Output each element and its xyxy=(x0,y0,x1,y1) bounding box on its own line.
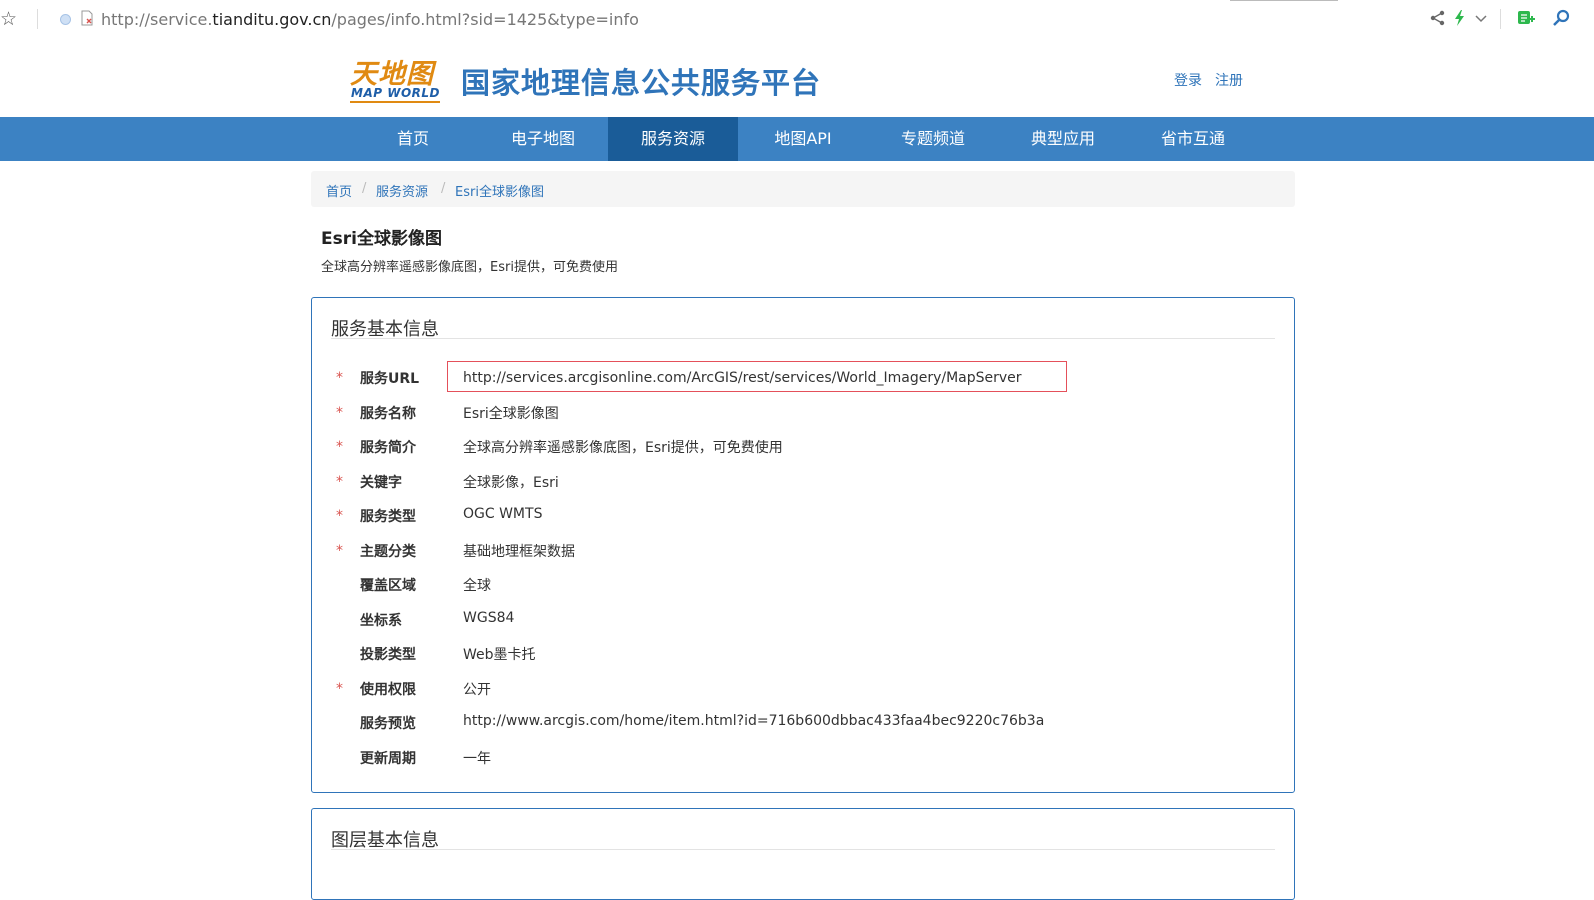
extension-icon[interactable] xyxy=(1516,8,1536,28)
info-row-service-url: * 服务URL http://services.arcgisonline.com… xyxy=(312,361,1294,396)
site-title: 国家地理信息公共服务平台 xyxy=(461,66,822,100)
info-row-topic-category: * 主题分类 基础地理框架数据 xyxy=(312,539,1294,569)
field-label: 更新周期 xyxy=(360,751,416,767)
chevron-down-icon[interactable] xyxy=(1471,8,1491,28)
info-row-update-cycle: 更新周期 一年 xyxy=(312,746,1294,776)
lightning-icon[interactable] xyxy=(1450,8,1470,28)
breadcrumb-separator: / xyxy=(441,181,446,196)
field-value: 公开 xyxy=(463,682,491,698)
field-label: 服务名称 xyxy=(360,406,416,422)
field-value: 全球影像，Esri xyxy=(463,475,559,491)
browser-address-bar: ☆ http://service.tianditu.gov.cn/pages/i… xyxy=(0,0,1594,39)
info-row-keywords: * 关键字 全球影像，Esri xyxy=(312,470,1294,500)
share-icon[interactable] xyxy=(1428,8,1448,28)
info-row-service-type: * 服务类型 OGC WMTS xyxy=(312,504,1294,534)
field-label: 投影类型 xyxy=(360,647,416,663)
security-icon[interactable] xyxy=(60,14,71,25)
field-value: Esri全球影像图 xyxy=(463,406,559,422)
toolbar-divider xyxy=(37,9,38,29)
breadcrumb-current[interactable]: Esri全球影像图 xyxy=(455,181,544,200)
required-mark: * xyxy=(336,681,343,697)
required-mark: * xyxy=(336,508,343,524)
service-info-panel: 服务基本信息 * 服务URL http://services.arcgisonl… xyxy=(311,297,1295,793)
star-icon[interactable]: ☆ xyxy=(0,8,17,30)
required-mark: * xyxy=(336,543,343,559)
tab-edge xyxy=(1230,0,1338,1)
field-value: WGS84 xyxy=(463,610,515,626)
info-row-service-name: * 服务名称 Esri全球影像图 xyxy=(312,401,1294,431)
search-icon[interactable] xyxy=(1552,8,1572,28)
field-label: 坐标系 xyxy=(360,613,402,629)
field-label: 服务预览 xyxy=(360,716,416,732)
info-row-service-summary: * 服务简介 全球高分辨率遥感影像底图，Esri提供，可免费使用 xyxy=(312,435,1294,465)
field-label: 主题分类 xyxy=(360,544,416,560)
info-row-coverage: 覆盖区域 全球 xyxy=(312,573,1294,603)
field-label: 服务类型 xyxy=(360,509,416,525)
page-icon xyxy=(81,10,93,26)
field-label: 关键字 xyxy=(360,475,402,491)
nav-item-map-api[interactable]: 地图API xyxy=(738,117,868,161)
nav-item-topic-channel[interactable]: 专题频道 xyxy=(868,117,998,161)
main-nav: 首页 电子地图 服务资源 地图API 专题频道 典型应用 省市互通 xyxy=(0,117,1594,161)
nav-item-typical-applications[interactable]: 典型应用 xyxy=(998,117,1128,161)
toolbar-divider xyxy=(1500,9,1501,29)
info-row-projection: 投影类型 Web墨卡托 xyxy=(312,642,1294,672)
field-value: OGC WMTS xyxy=(463,506,543,522)
field-value: 基础地理框架数据 xyxy=(463,544,575,560)
page-title: Esri全球影像图 xyxy=(321,229,442,249)
field-label: 服务简介 xyxy=(360,440,416,456)
field-label: 覆盖区域 xyxy=(360,578,416,594)
nav-item-electronic-map[interactable]: 电子地图 xyxy=(478,117,608,161)
nav-item-service-resources[interactable]: 服务资源 xyxy=(608,117,738,161)
logo-subtitle: MAP WORLD xyxy=(351,86,440,100)
logo-underline xyxy=(350,101,440,103)
info-row-usage-rights: * 使用权限 公开 xyxy=(312,677,1294,707)
required-mark: * xyxy=(336,405,343,421)
login-link[interactable]: 登录 xyxy=(1174,70,1202,90)
field-label: 使用权限 xyxy=(360,682,416,698)
breadcrumb-separator: / xyxy=(362,181,367,196)
info-row-service-preview: 服务预览 http://www.arcgis.com/home/item.htm… xyxy=(312,711,1294,741)
nav-item-home[interactable]: 首页 xyxy=(348,117,478,161)
info-row-coordinate-system: 坐标系 WGS84 xyxy=(312,608,1294,638)
required-mark: * xyxy=(336,474,343,490)
required-mark: * xyxy=(336,370,343,386)
field-value: 全球 xyxy=(463,578,491,594)
panel-divider xyxy=(331,338,1275,339)
required-mark: * xyxy=(336,439,343,455)
nav-item-province-city[interactable]: 省市互通 xyxy=(1128,117,1258,161)
breadcrumb-home[interactable]: 首页 xyxy=(326,181,352,200)
layer-info-panel: 图层基本信息 xyxy=(311,808,1295,900)
field-value: 一年 xyxy=(463,751,491,767)
breadcrumb: 首页 / 服务资源 / Esri全球影像图 xyxy=(311,171,1295,207)
url-input[interactable]: http://service.tianditu.gov.cn/pages/inf… xyxy=(101,10,639,29)
register-link[interactable]: 注册 xyxy=(1215,70,1243,90)
field-value: Web墨卡托 xyxy=(463,647,536,663)
breadcrumb-service-resources[interactable]: 服务资源 xyxy=(376,181,428,200)
panel-divider xyxy=(331,849,1275,850)
preview-link[interactable]: http://www.arcgis.com/home/item.html?id=… xyxy=(463,713,1044,729)
field-value[interactable]: http://services.arcgisonline.com/ArcGIS/… xyxy=(463,370,1022,386)
field-value: 全球高分辨率遥感影像底图，Esri提供，可免费使用 xyxy=(463,440,783,456)
page-subtitle: 全球高分辨率遥感影像底图，Esri提供，可免费使用 xyxy=(321,260,618,275)
field-label: 服务URL xyxy=(360,371,420,387)
